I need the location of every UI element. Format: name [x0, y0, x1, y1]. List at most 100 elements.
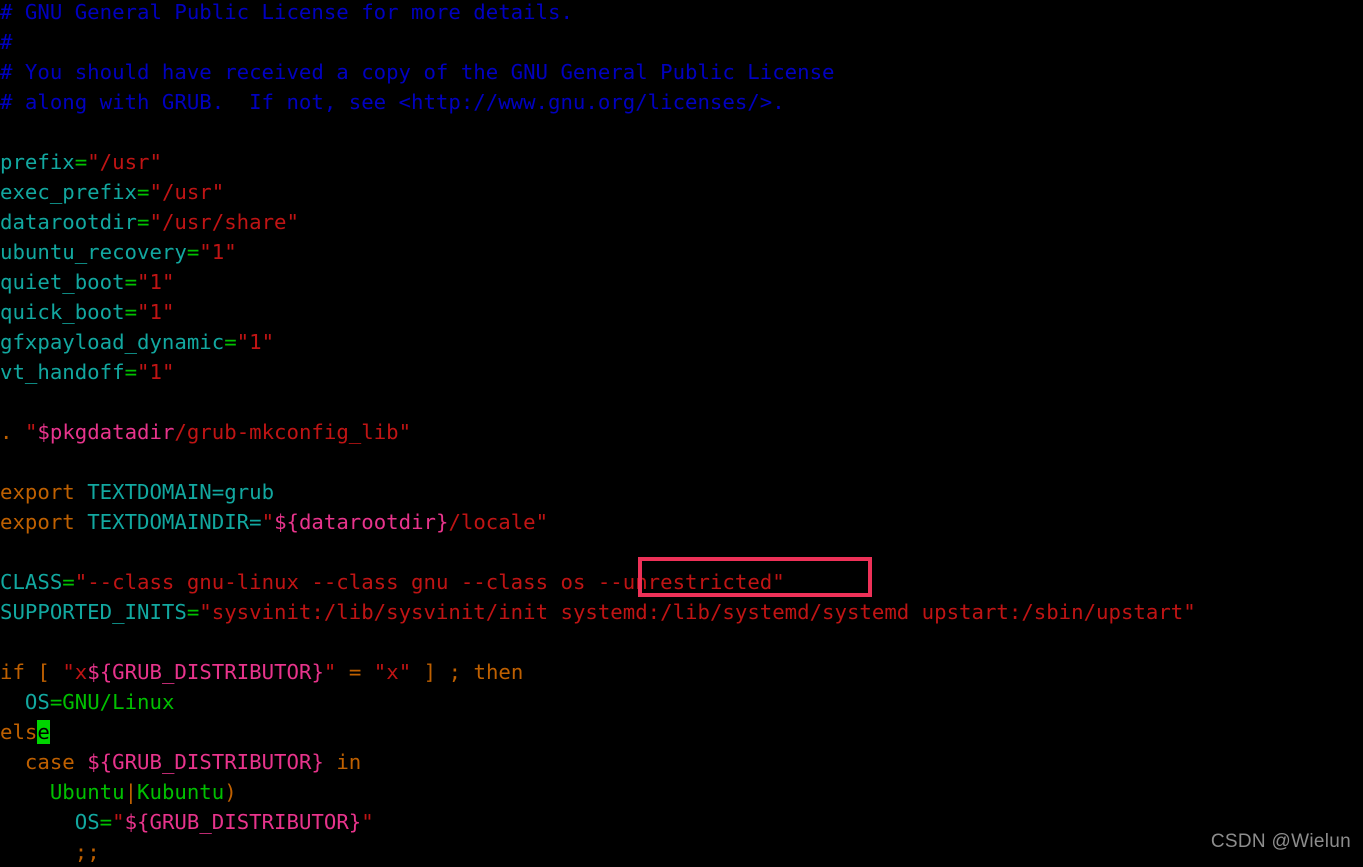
code-line: OS=GNU/Linux: [0, 687, 1363, 717]
code-line: CLASS="--class gnu-linux --class gnu --c…: [0, 567, 1363, 597]
code-line: exec_prefix="/usr": [0, 177, 1363, 207]
code-line: prefix="/usr": [0, 147, 1363, 177]
code-token: =: [211, 480, 225, 504]
code-token: "1": [137, 300, 175, 324]
csdn-watermark: CSDN @Wielun: [1210, 831, 1351, 852]
code-token: TEXTDOMAIN: [87, 480, 212, 504]
code-token: ": [323, 660, 337, 684]
code-line: SUPPORTED_INITS="sysvinit:/lib/sysvinit/…: [0, 597, 1363, 627]
code-token: datarootdir: [0, 210, 138, 234]
code-line: . "$pkgdatadir/grub-mkconfig_lib": [0, 417, 1363, 447]
code-token: "sysvinit:/lib/sysvinit/init systemd:/li…: [199, 600, 1196, 624]
code-token: ;: [448, 660, 462, 684]
code-token: ": [112, 810, 125, 834]
code-token: =: [186, 240, 200, 264]
code-token: ubuntu_recovery: [0, 240, 187, 264]
code-token: ]: [423, 660, 437, 684]
code-token: OS: [74, 810, 100, 834]
code-token: ;;: [74, 840, 100, 864]
code-token: "1": [137, 360, 175, 384]
code-token: ): [224, 780, 237, 804]
code-token: #: [0, 30, 13, 54]
code-line: Ubuntu|Kubuntu): [0, 777, 1363, 807]
code-line: # along with GRUB. If not, see <http://w…: [0, 87, 1363, 117]
code-token: =: [62, 570, 75, 594]
code-token: [: [37, 660, 50, 684]
text-cursor: e: [37, 720, 50, 744]
code-token: =: [74, 150, 88, 174]
code-line: # GNU General Public License for more de…: [0, 0, 1363, 27]
code-token: case: [24, 750, 75, 774]
code-token: =: [224, 330, 237, 354]
code-token: "x": [373, 660, 412, 684]
code-token: |: [124, 780, 138, 804]
code-token: SUPPORTED_INITS: [0, 600, 187, 624]
code-token: /locale": [448, 510, 549, 534]
code-line: case ${GRUB_DISTRIBUTOR} in: [0, 747, 1363, 777]
code-token: ": [24, 420, 38, 444]
code-token: ${GRUB_DISTRIBUTOR}: [87, 750, 324, 774]
code-line: ;;: [0, 837, 1363, 867]
code-token: # along with GRUB. If not, see <http://w…: [0, 90, 785, 114]
terminal-editor-screen[interactable]: # GNU General Public License for more de…: [0, 0, 1363, 864]
code-token: vt_handoff: [0, 360, 125, 384]
code-token: =: [186, 600, 200, 624]
code-token: ${datarootdir}: [274, 510, 449, 534]
code-token: =: [348, 660, 362, 684]
code-token: ": [261, 510, 275, 534]
code-token: =GNU/Linux: [49, 690, 175, 714]
code-token: ${GRUB_DISTRIBUTOR}: [87, 660, 324, 684]
code-line: datarootdir="/usr/share": [0, 207, 1363, 237]
code-token: =: [124, 300, 138, 324]
code-line: quick_boot="1": [0, 297, 1363, 327]
code-token: "/usr": [87, 150, 162, 174]
code-line: if [ "x${GRUB_DISTRIBUTOR}" = "x" ] ; th…: [0, 657, 1363, 687]
code-line: #: [0, 27, 1363, 57]
code-token: TEXTDOMAINDIR: [87, 510, 250, 534]
code-token: =: [137, 180, 150, 204]
code-token: prefix: [0, 150, 75, 174]
code-line: else: [0, 717, 1363, 747]
code-token: /grub-mkconfig_lib": [174, 420, 412, 444]
code-token: =: [137, 210, 150, 234]
code-token: =: [249, 510, 262, 534]
code-text-area[interactable]: # GNU General Public License for more de…: [0, 0, 1363, 867]
code-token: "/usr": [149, 180, 225, 204]
code-token: "/usr/share": [149, 210, 299, 234]
code-token: grub: [224, 480, 275, 504]
code-line: ubuntu_recovery="1": [0, 237, 1363, 267]
code-line: quiet_boot="1": [0, 267, 1363, 297]
code-token: .: [0, 420, 13, 444]
code-token: ": [361, 810, 374, 834]
code-token: "x: [62, 660, 88, 684]
code-token: then: [473, 660, 524, 684]
code-token: OS: [24, 690, 50, 714]
code-token: els: [0, 720, 38, 744]
code-token: ${GRUB_DISTRIBUTOR}: [124, 810, 362, 834]
code-token: CLASS: [0, 570, 63, 594]
code-line: export TEXTDOMAIN=grub: [0, 477, 1363, 507]
code-token: "--class gnu-linux --class gnu --class o…: [74, 570, 785, 594]
code-token: in: [336, 750, 362, 774]
code-token: "1": [199, 240, 237, 264]
code-line: vt_handoff="1": [0, 357, 1363, 387]
code-line: gfxpayload_dynamic="1": [0, 327, 1363, 357]
code-token: # You should have received a copy of the…: [0, 60, 835, 84]
code-token: gfxpayload_dynamic: [0, 330, 225, 354]
code-token: # GNU General Public License for more de…: [0, 0, 573, 24]
